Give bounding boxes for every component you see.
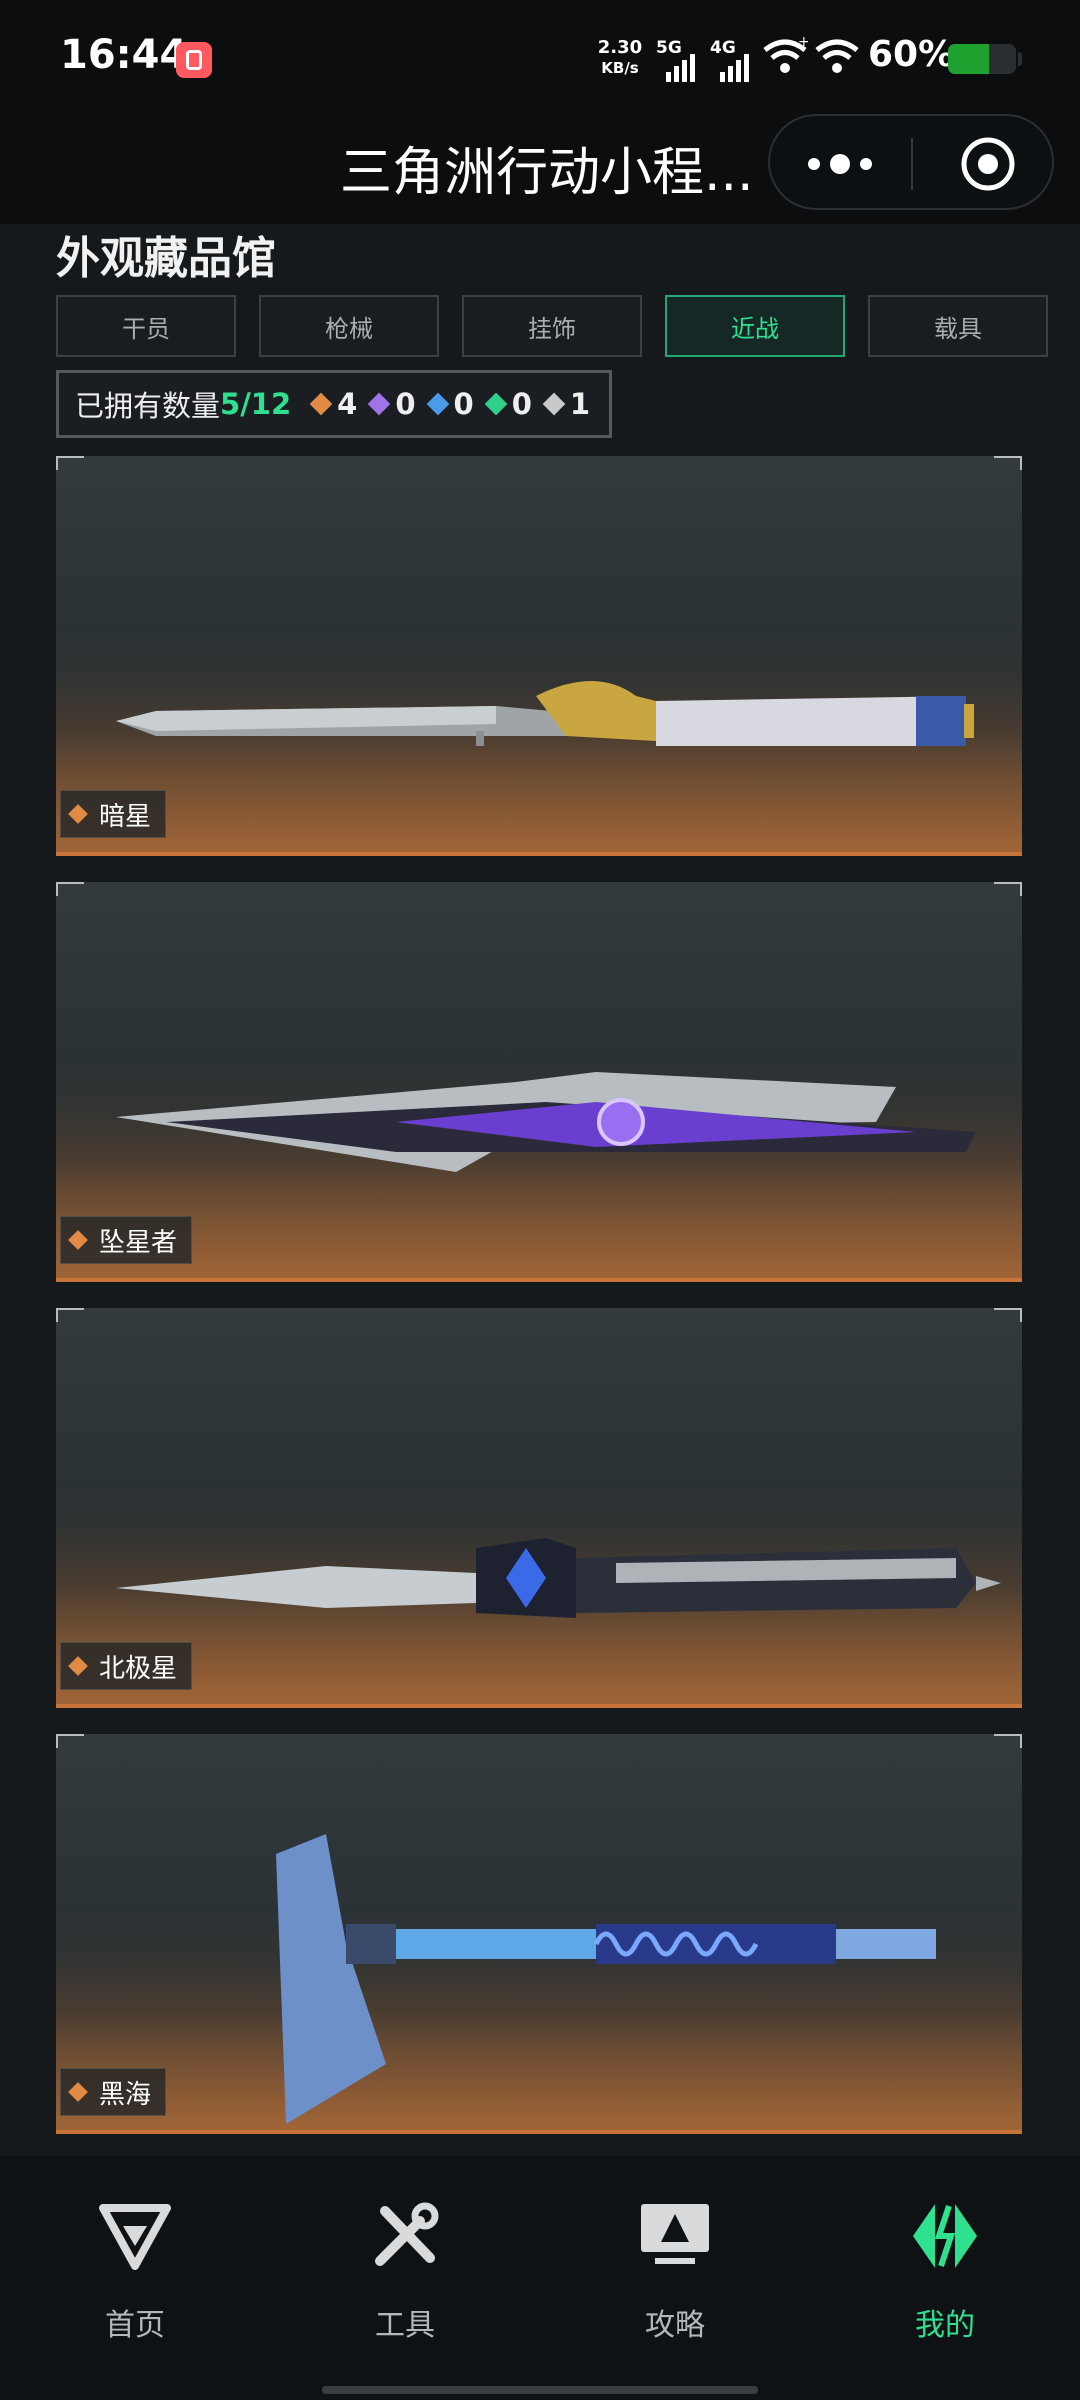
battery-icon [948,44,1016,74]
rarity-green-count: 0 [484,387,532,421]
card-name: 北极星 [99,1653,178,1684]
melee-card-polaris[interactable]: 北极星 [56,1308,1022,1708]
rarity-diamond-icon [68,2082,88,2102]
diamond-white-icon [542,392,566,416]
owned-count: 5/12 [220,387,292,421]
target-circle-icon[interactable] [958,134,1018,194]
nav-guides[interactable]: 攻略 [600,2196,750,2344]
tab-vehicles[interactable]: 载具 [868,295,1048,357]
card-name-tag: 黑海 [60,2068,167,2116]
home-logo-icon [99,2204,171,2270]
signal-4g-icon: 4G [710,38,760,82]
card-corner [56,1308,84,1322]
owned-label: 已拥有数量 [75,389,221,423]
melee-card-dark-star[interactable]: 暗星 [56,456,1022,856]
rarity-blue-count: 0 [426,387,474,421]
nav-profile[interactable]: 我的 [870,2196,1020,2344]
nav-home-label: 首页 [105,2308,165,2343]
page-title: 外观藏品馆 [56,233,276,284]
battery-level [948,44,989,74]
bottom-navigation: 首页 工具 攻略 我的 [0,2156,1080,2400]
more-dots-icon[interactable] [808,154,872,174]
network-speed: 2.30 KB/s [596,38,644,78]
weapon-image-star-faller [116,1072,976,1172]
rarity-diamond-icon [68,1230,88,1250]
battery-percent: 60% [868,34,955,75]
tab-guns[interactable]: 枪械 [259,295,439,357]
diamond-green-icon [484,392,508,416]
profile-logo-icon [913,2204,977,2268]
card-corner [994,1734,1022,1748]
signal-5g-icon: 5G [656,38,706,82]
rarity-diamond-icon [68,1656,88,1676]
card-name-tag: 坠星者 [60,1216,193,1264]
category-tabs: 干员 枪械 挂饰 近战 载具 [56,295,1050,359]
card-name: 黑海 [99,2079,152,2110]
network-speed-unit: KB/s [601,59,639,77]
diamond-orange-icon [309,392,333,416]
nav-title: 三角洲行动小程... [340,143,754,203]
status-time: 16:44 [60,32,188,78]
rarity-diamond-icon [68,804,88,824]
guide-monitor-icon [641,2204,709,2264]
rarity-purple-count: 0 [368,387,416,421]
wifi-icon [815,39,859,73]
card-name: 暗星 [99,801,152,832]
card-corner [56,456,84,470]
nav-tools[interactable]: 工具 [330,2196,480,2344]
capsule-menu [768,114,1054,210]
battery-tip [1018,52,1022,66]
nav-guides-label: 攻略 [645,2308,705,2343]
tab-charms[interactable]: 挂饰 [462,295,642,357]
card-corner [56,1734,84,1748]
notification-app-icon [176,42,212,78]
tab-melee[interactable]: 近战 [665,295,845,357]
diamond-purple-icon [368,392,391,416]
tab-operators[interactable]: 干员 [56,295,236,357]
melee-card-star-faller[interactable]: 坠星者 [56,882,1022,1282]
nav-profile-label: 我的 [915,2308,975,2343]
wifi-icon: + [763,36,808,73]
status-bar: 16:44 2.30 KB/s 5G 4G + 60% [0,0,1080,110]
owned-count-box: 已拥有数量 5/12 4 0 0 0 1 [56,370,612,438]
weapon-image-polaris [116,1538,1001,1618]
card-name: 坠星者 [99,1227,178,1258]
rarity-orange-count: 4 [309,387,357,421]
weapon-image-dark-star [116,681,974,746]
capsule-divider [911,138,913,190]
weapon-image-black-sea [276,1834,936,2124]
card-corner [994,456,1022,470]
diamond-blue-icon [426,392,449,416]
svg-text:+: + [798,36,808,50]
melee-card-black-sea[interactable]: 黑海 [56,1734,1022,2134]
nav-home[interactable]: 首页 [60,2196,210,2344]
card-corner [56,882,84,896]
rarity-white-count: 1 [542,387,590,421]
tools-icon [375,2202,439,2266]
mini-program-navbar: 三角洲行动小程... [0,110,1080,224]
card-name-tag: 北极星 [60,1642,193,1690]
card-corner [994,1308,1022,1322]
network-speed-value: 2.30 [597,37,643,58]
nav-tools-label: 工具 [375,2308,435,2343]
card-name-tag: 暗星 [60,790,167,838]
home-indicator[interactable] [322,2386,758,2394]
card-corner [994,882,1022,896]
